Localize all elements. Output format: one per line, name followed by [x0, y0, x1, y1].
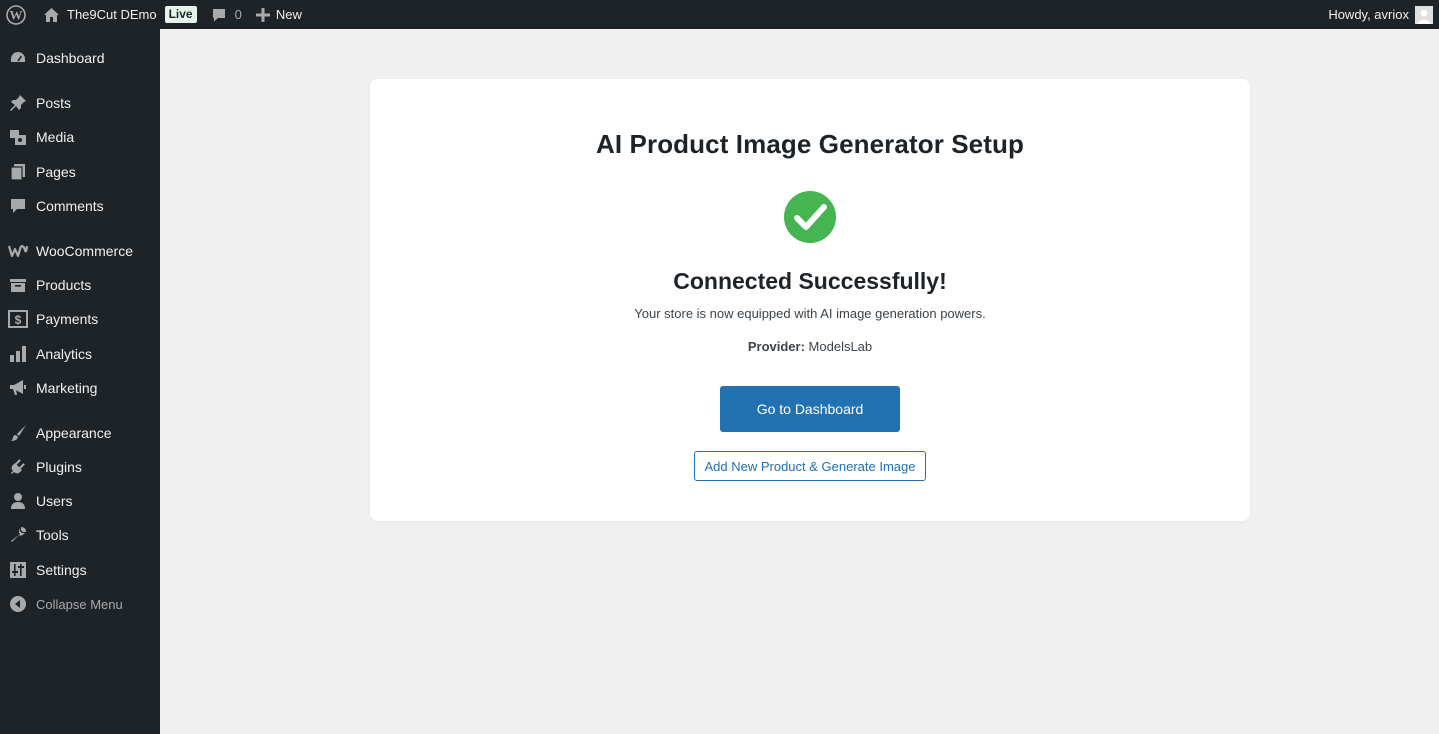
- sidebar-item-label: Appearance: [36, 425, 112, 441]
- live-badge: Live: [164, 6, 197, 23]
- sidebar-item-tools[interactable]: Tools: [0, 520, 160, 550]
- sidebar-item-label: Products: [36, 277, 92, 293]
- sidebar-item-posts[interactable]: Posts: [0, 88, 160, 118]
- my-account-menu[interactable]: Howdy, avriox: [1321, 0, 1439, 29]
- sidebar-item-label: Collapse Menu: [36, 596, 123, 612]
- comments-count: 0: [234, 7, 242, 22]
- sidebar-item-dashboard[interactable]: Dashboard: [0, 43, 160, 73]
- sidebar-item-label: Media: [36, 129, 75, 145]
- bar-chart-icon: [0, 345, 36, 363]
- woocommerce-icon: [0, 244, 36, 258]
- collapse-menu-button[interactable]: Collapse Menu: [0, 589, 160, 619]
- svg-text:W: W: [10, 7, 23, 22]
- admin-sidebar: Dashboard Posts Media Pages Comments Woo…: [0, 29, 160, 734]
- collapse-icon: [0, 595, 36, 613]
- sidebar-item-woocommerce[interactable]: WooCommerce: [0, 236, 160, 266]
- wordpress-icon: W: [6, 4, 26, 25]
- sidebar-item-label: Users: [36, 493, 73, 509]
- sidebar-item-settings[interactable]: Settings: [0, 555, 160, 585]
- sidebar-item-pages[interactable]: Pages: [0, 157, 160, 187]
- sidebar-item-label: Dashboard: [36, 50, 105, 66]
- home-icon: [44, 7, 59, 22]
- avatar: [1415, 5, 1433, 24]
- archive-icon: [0, 276, 36, 294]
- sidebar-item-users[interactable]: Users: [0, 486, 160, 516]
- media-icon: [0, 128, 36, 146]
- sidebar-item-products[interactable]: Products: [0, 270, 160, 300]
- site-name-link[interactable]: The9Cut DEmo Live: [36, 0, 204, 29]
- sidebar-item-label: Posts: [36, 95, 72, 111]
- provider-line: Provider: ModelsLab: [370, 339, 1250, 354]
- sidebar-item-marketing[interactable]: Marketing: [0, 373, 160, 403]
- dollar-icon: $: [0, 310, 36, 328]
- sliders-icon: [0, 561, 36, 579]
- user-icon: [0, 492, 36, 510]
- sidebar-item-plugins[interactable]: Plugins: [0, 452, 160, 482]
- sidebar-item-label: Analytics: [36, 346, 93, 362]
- go-to-dashboard-button[interactable]: Go to Dashboard: [720, 386, 900, 432]
- admin-bar: W The9Cut DEmo Live 0 New Howdy, avriox: [0, 0, 1439, 29]
- sidebar-item-comments[interactable]: Comments: [0, 191, 160, 221]
- setup-success-card: AI Product Image Generator Setup Connect…: [370, 79, 1250, 521]
- pin-icon: [0, 94, 36, 112]
- provider-label: Provider:: [747, 339, 805, 354]
- success-description: Your store is now equipped with AI image…: [634, 306, 986, 321]
- sidebar-item-payments[interactable]: $ Payments: [0, 304, 160, 334]
- plug-icon: [0, 458, 36, 476]
- sidebar-item-label: Marketing: [36, 380, 98, 396]
- sidebar-item-analytics[interactable]: Analytics: [0, 339, 160, 369]
- user-avatar-icon: [1415, 5, 1433, 24]
- sidebar-item-appearance[interactable]: Appearance: [0, 418, 160, 448]
- comment-icon: [212, 8, 225, 21]
- sidebar-item-label: Tools: [36, 527, 69, 543]
- add-new-product-button[interactable]: Add New Product & Generate Image: [694, 451, 926, 481]
- sidebar-item-label: Plugins: [36, 459, 82, 475]
- sidebar-item-label: Settings: [36, 562, 87, 578]
- site-name-label: The9Cut DEmo: [67, 7, 157, 22]
- new-content-button[interactable]: New: [249, 0, 309, 29]
- sidebar-item-media[interactable]: Media: [0, 122, 160, 152]
- svg-text:$: $: [15, 313, 22, 327]
- provider-value: ModelsLab: [808, 339, 873, 354]
- dashboard-icon: [0, 49, 36, 67]
- comment-icon: [0, 197, 36, 215]
- page-title: AI Product Image Generator Setup: [596, 129, 1024, 159]
- paintbrush-icon: [0, 424, 36, 442]
- sidebar-item-label: Payments: [36, 311, 99, 327]
- megaphone-icon: [0, 379, 36, 397]
- howdy-label: Howdy, avriox: [1328, 7, 1409, 22]
- checkmark-success-icon: [784, 191, 836, 243]
- comments-link[interactable]: 0: [204, 0, 249, 29]
- new-label: New: [275, 7, 302, 22]
- wrench-icon: [0, 526, 36, 544]
- pages-icon: [0, 163, 36, 181]
- sidebar-item-label: WooCommerce: [36, 243, 133, 259]
- sidebar-item-label: Comments: [36, 198, 104, 214]
- wordpress-logo-button[interactable]: W: [0, 0, 36, 29]
- plus-icon: [255, 7, 270, 22]
- success-heading: Connected Successfully!: [673, 268, 947, 294]
- sidebar-item-label: Pages: [36, 164, 76, 180]
